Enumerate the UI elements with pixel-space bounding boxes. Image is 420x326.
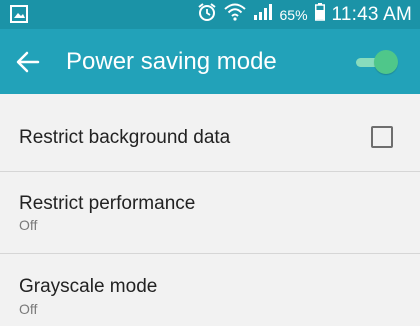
alarm-icon bbox=[197, 2, 217, 27]
gallery-icon bbox=[10, 5, 28, 23]
back-arrow-icon[interactable] bbox=[14, 49, 42, 75]
setting-title: Restrict background data bbox=[19, 127, 231, 148]
status-bar: 65% 11:43 AM bbox=[0, 0, 420, 29]
power-saving-toggle[interactable] bbox=[356, 48, 400, 76]
setting-status: Off bbox=[19, 217, 38, 233]
restrict-background-data-checkbox[interactable] bbox=[371, 126, 393, 148]
wifi-icon bbox=[223, 3, 246, 26]
battery-icon bbox=[314, 3, 325, 26]
setting-restrict-performance[interactable]: Restrict performance Off bbox=[0, 172, 420, 254]
app-bar: Power saving mode bbox=[0, 29, 420, 94]
battery-percent: 65% bbox=[279, 6, 308, 23]
setting-title: Grayscale mode bbox=[19, 276, 158, 297]
settings-list: Restrict background data Restrict perfor… bbox=[0, 94, 420, 326]
setting-title: Restrict performance bbox=[19, 193, 196, 214]
page-title: Power saving mode bbox=[66, 48, 277, 75]
status-icons: 65% 11:43 AM bbox=[197, 0, 413, 29]
setting-restrict-background-data[interactable]: Restrict background data bbox=[0, 94, 420, 172]
signal-icon bbox=[253, 3, 273, 26]
setting-grayscale-mode[interactable]: Grayscale mode Off bbox=[0, 254, 420, 326]
toggle-thumb bbox=[374, 50, 398, 74]
setting-status: Off bbox=[19, 301, 38, 317]
status-clock: 11:43 AM bbox=[331, 3, 412, 25]
